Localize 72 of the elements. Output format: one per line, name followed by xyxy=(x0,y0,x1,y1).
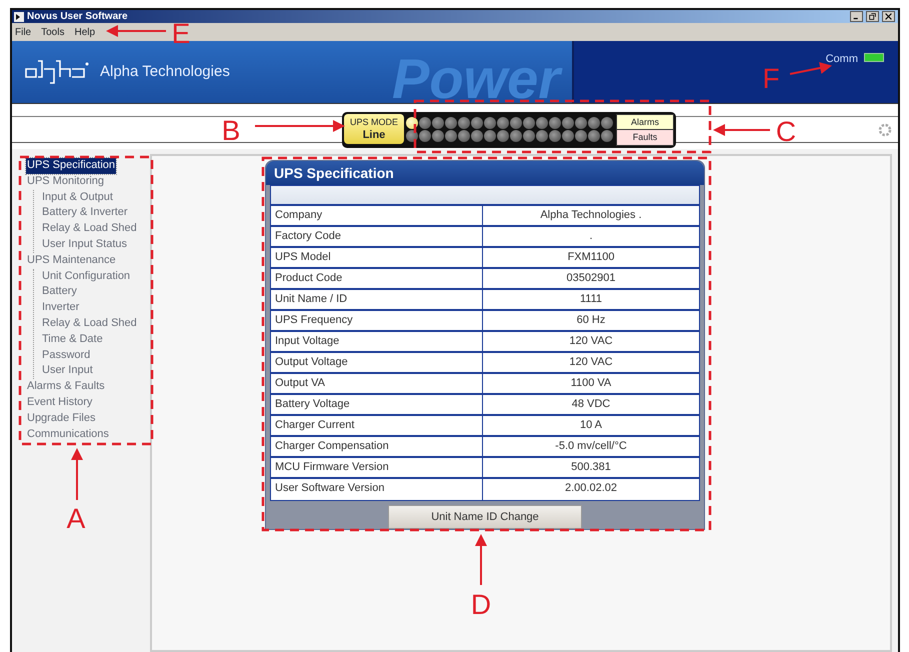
comm-label: Comm xyxy=(826,52,858,67)
tree-item[interactable]: Upgrade Files xyxy=(26,410,96,427)
callout-label: B xyxy=(222,115,240,146)
table-cell: UPS Frequency xyxy=(271,311,483,330)
unit-name-change-button[interactable]: Unit Name ID Change xyxy=(388,505,582,529)
table-cell: Product Code xyxy=(271,269,483,288)
menu-item[interactable]: Help xyxy=(74,24,96,40)
tree-item[interactable]: User Input Status xyxy=(41,236,128,253)
close-button[interactable] xyxy=(882,11,896,22)
menu-item[interactable]: Tools xyxy=(41,24,64,40)
table-cell-text: -5.0 mv/cell/°C xyxy=(554,439,628,454)
ups-mode-indicator: UPS MODE Line xyxy=(344,114,404,144)
tree-item[interactable]: Communications xyxy=(26,426,110,442)
window-title: Novus User Software xyxy=(27,10,128,24)
tree-item[interactable]: Unit Configuration xyxy=(41,268,132,284)
table-cell-text: 120 VAC xyxy=(568,334,614,349)
table-cell-text: 03502901 xyxy=(566,271,616,286)
panel-title: UPS Specification xyxy=(266,161,704,185)
callout-arrow xyxy=(106,25,166,37)
tree-item[interactable]: Inverter xyxy=(41,300,80,316)
table-cell: Output VA xyxy=(271,374,483,393)
callout-arrow xyxy=(790,62,832,75)
table-cell-text: 1111 xyxy=(578,292,604,307)
table-cell: Factory Code xyxy=(271,227,483,246)
faults-label: Faults xyxy=(617,130,673,144)
table-cell: User Software Version xyxy=(271,479,483,500)
tree-item[interactable]: User Input xyxy=(41,363,94,380)
callout-label: A xyxy=(66,503,86,534)
tree-item[interactable]: Event History xyxy=(26,394,94,411)
tree-item[interactable]: UPS Monitoring xyxy=(26,174,106,190)
menu-item[interactable]: File xyxy=(15,24,32,40)
callout-label: F xyxy=(762,63,780,94)
table-cell-text: 120 VAC xyxy=(568,355,614,370)
tree-item[interactable]: Battery xyxy=(41,284,78,300)
table-cell: Company xyxy=(271,206,483,225)
table-cell: Battery Voltage xyxy=(271,395,483,414)
table-cell-text: . xyxy=(588,229,594,244)
tree-item[interactable]: Battery & Inverter xyxy=(41,205,129,222)
tree-item[interactable]: Alarms & Faults xyxy=(26,379,106,395)
callout-arrow xyxy=(713,124,770,136)
table-cell-text: FXM1100 xyxy=(566,250,616,265)
table-cell: UPS Model xyxy=(271,248,483,267)
callout-arrow xyxy=(71,448,83,500)
table-cell-text: 1100 VA xyxy=(570,376,612,391)
callout-arrow xyxy=(475,534,487,585)
callout-label: D xyxy=(470,589,492,620)
app-icon xyxy=(14,12,24,22)
table-cell: Charger Compensation xyxy=(271,437,483,456)
table-cell-text: 2.00.02.02 xyxy=(564,481,618,496)
table-cell: MCU Firmware Version xyxy=(271,458,483,477)
table-cell-text: 500.381 xyxy=(570,460,612,475)
minimize-button[interactable] xyxy=(850,11,864,22)
table-cell-text: 48 VDC xyxy=(570,397,612,412)
alarms-label: Alarms xyxy=(617,114,673,130)
table-cell-text: 60 Hz xyxy=(576,313,606,328)
table-cell-text: Alpha Technologies . xyxy=(539,208,643,223)
tree-item[interactable]: Relay & Load Shed xyxy=(41,221,138,237)
tree-item[interactable]: UPS Specification xyxy=(26,158,116,174)
tree-item[interactable]: Time & Date xyxy=(41,332,104,348)
callout-label: C xyxy=(776,116,796,147)
tree-item[interactable]: UPS Maintenance xyxy=(26,252,117,269)
tree-item[interactable]: Password xyxy=(41,348,92,364)
table-cell: Unit Name / ID xyxy=(271,290,483,309)
tree-item[interactable]: Input & Output xyxy=(41,190,114,206)
logo-icon xyxy=(24,59,90,85)
table-cell: Input Voltage xyxy=(271,332,483,351)
tree-item[interactable]: Relay & Load Shed xyxy=(41,316,138,332)
restore-button[interactable] xyxy=(866,11,880,22)
table-cell: Output Voltage xyxy=(271,353,483,372)
company-name: Alpha Technologies xyxy=(100,62,230,82)
table-cell: Charger Current xyxy=(271,416,483,435)
table-cell-text: 10 A xyxy=(578,418,604,433)
